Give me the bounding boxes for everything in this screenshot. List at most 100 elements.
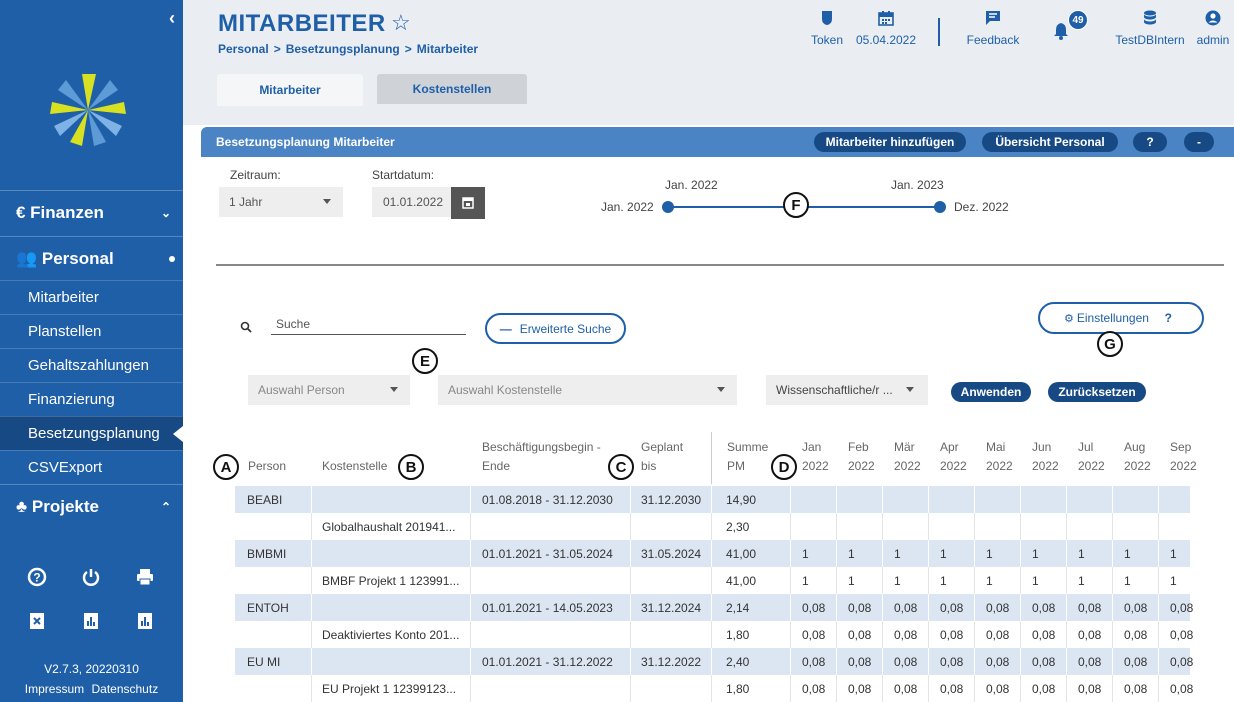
breadcrumb-item[interactable]: Besetzungsplanung [286, 42, 400, 56]
table-row[interactable]: Globalhaushalt 201941... 2,30 [235, 513, 1190, 540]
favorite-star-icon[interactable]: ☆ [391, 10, 411, 36]
cell-month-value[interactable]: 1 [986, 567, 993, 594]
kostenstelle-filter-select[interactable]: Auswahl Kostenstelle [438, 375, 737, 405]
cell-month-value[interactable]: 0,08 [986, 594, 1009, 621]
column-header-month[interactable]: Mär 2022 [894, 438, 921, 476]
cell-month-value[interactable]: 1 [1124, 567, 1131, 594]
cell-month-value[interactable]: 1 [802, 567, 809, 594]
delete-file-icon[interactable] [26, 610, 48, 632]
cell-month-value[interactable]: 1 [802, 540, 809, 567]
reset-button[interactable]: Zurücksetzen [1048, 382, 1146, 402]
advanced-search-button[interactable]: — Erweiterte Suche [485, 313, 626, 344]
cell-month-value[interactable]: 1 [894, 567, 901, 594]
sidebar-item-planstellen[interactable]: Planstellen [0, 314, 183, 348]
cell-month-value[interactable]: 0,08 [848, 621, 871, 648]
table-row[interactable]: Deaktiviertes Konto 201... 1,80 0,08 0,08 0,… [235, 621, 1193, 648]
startdatum-input[interactable]: 01.01.2022 [372, 187, 451, 217]
overview-personnel-button[interactable]: Übersicht Personal [982, 132, 1118, 152]
cell-month-value[interactable]: 1 [940, 567, 947, 594]
column-header-month[interactable]: Jul 2022 [1078, 438, 1105, 476]
report-chart-icon[interactable] [80, 610, 102, 632]
cell-month-value[interactable]: 1 [1078, 567, 1085, 594]
cell-month-value[interactable]: 0,08 [894, 648, 917, 675]
slider-end-handle[interactable] [934, 201, 946, 213]
column-header-month[interactable]: Jan 2022 [802, 438, 829, 476]
column-header-geplant[interactable]: Geplant bis [641, 438, 683, 476]
column-header-month[interactable]: Aug 2022 [1124, 438, 1151, 476]
cell-month-value[interactable]: 0,08 [1124, 621, 1147, 648]
add-employee-button[interactable]: Mitarbeiter hinzufügen [814, 132, 966, 152]
column-header-month[interactable]: Mai 2022 [986, 438, 1013, 476]
settings-button[interactable]: ⚙ Einstellungen ? [1038, 302, 1204, 334]
table-row[interactable]: BMBF Projekt 1 123991... 41,00 1 1 1 1 1 1 1 1 1 [235, 567, 1190, 594]
cell-month-value[interactable]: 0,08 [802, 675, 825, 702]
cell-month-value[interactable]: 1 [894, 540, 901, 567]
type-filter-select[interactable]: Wissenschaftliche/r ... [766, 375, 928, 405]
cell-month-value[interactable]: 0,08 [1032, 675, 1055, 702]
token-button[interactable]: Token [807, 10, 847, 47]
cell-month-value[interactable]: 0,08 [986, 621, 1009, 648]
datenschutz-link[interactable]: Datenschutz [91, 682, 158, 696]
column-header-month[interactable]: Sep 2022 [1170, 438, 1197, 476]
print-icon[interactable] [134, 566, 156, 588]
nav-section-personal[interactable]: 👥 Personal [0, 236, 183, 280]
cell-month-value[interactable]: 0,08 [1078, 621, 1101, 648]
cell-month-value[interactable]: 0,08 [1124, 675, 1147, 702]
cell-month-value[interactable]: 0,08 [802, 621, 825, 648]
calendar-picker-button[interactable] [451, 187, 485, 219]
cell-month-value[interactable]: 1 [1078, 540, 1085, 567]
person-filter-select[interactable]: Auswahl Person [248, 375, 410, 405]
cell-month-value[interactable]: 0,08 [802, 648, 825, 675]
date-display[interactable]: 05.04.2022 [851, 10, 921, 47]
cell-month-value[interactable]: 0,08 [894, 594, 917, 621]
breadcrumb-item[interactable]: Personal [218, 42, 269, 56]
cell-month-value[interactable]: 1 [848, 567, 855, 594]
cell-month-value[interactable]: 1 [986, 540, 993, 567]
cell-month-value[interactable]: 0,08 [1170, 648, 1193, 675]
cell-month-value[interactable]: 0,08 [894, 675, 917, 702]
cell-month-value[interactable]: 0,08 [1078, 648, 1101, 675]
sidebar-item-finanzierung[interactable]: Finanzierung [0, 382, 183, 416]
cell-month-value[interactable]: 1 [848, 540, 855, 567]
cell-month-value[interactable]: 1 [940, 540, 947, 567]
user-button[interactable]: admin [1195, 10, 1231, 47]
power-icon[interactable] [80, 566, 102, 588]
table-row[interactable]: BEABI 01.08.2018 - 31.12.2030 31.12.2030 14… [235, 486, 1190, 513]
cell-month-value[interactable]: 0,08 [1124, 594, 1147, 621]
cell-month-value[interactable]: 1 [1170, 567, 1177, 594]
cell-month-value[interactable]: 1 [1032, 540, 1039, 567]
cell-month-value[interactable]: 0,08 [940, 621, 963, 648]
cell-month-value[interactable]: 0,08 [1170, 594, 1193, 621]
cell-month-value[interactable]: 0,08 [1170, 675, 1193, 702]
table-row[interactable]: ENTOH 01.01.2021 - 14.05.2023 31.12.2024 2,… [235, 594, 1193, 621]
cell-month-value[interactable]: 0,08 [1078, 594, 1101, 621]
sidebar-item-gehaltszahlungen[interactable]: Gehaltszahlungen [0, 348, 183, 382]
cell-month-value[interactable]: 0,08 [1078, 675, 1101, 702]
sidebar-item-csvexport[interactable]: CSVExport [0, 450, 183, 484]
apply-button[interactable]: Anwenden [951, 382, 1031, 402]
impressum-link[interactable]: Impressum [25, 682, 84, 696]
column-header-summe[interactable]: Summe PM [727, 438, 768, 476]
table-row[interactable]: EU MI 01.01.2021 - 31.12.2022 31.12.2022 2,… [235, 648, 1193, 675]
column-header-month[interactable]: Apr 2022 [940, 438, 967, 476]
collapse-sidebar-icon[interactable]: ‹ [169, 8, 175, 29]
cell-month-value[interactable]: 0,08 [802, 594, 825, 621]
column-header-month[interactable]: Jun 2022 [1032, 438, 1059, 476]
cell-month-value[interactable]: 0,08 [940, 675, 963, 702]
cell-month-value[interactable]: 0,08 [940, 648, 963, 675]
cell-month-value[interactable]: 0,08 [848, 594, 871, 621]
database-button[interactable]: TestDBIntern [1115, 10, 1185, 47]
settings-help-icon[interactable]: ? [1165, 311, 1172, 325]
cell-month-value[interactable]: 0,08 [940, 594, 963, 621]
cell-month-value[interactable]: 0,08 [848, 648, 871, 675]
tab-kostenstellen[interactable]: Kostenstellen [377, 74, 527, 104]
cell-month-value[interactable]: 0,08 [1032, 648, 1055, 675]
column-header-month[interactable]: Feb 2022 [848, 438, 875, 476]
help-button[interactable]: ? [1133, 132, 1167, 152]
column-header-beginn[interactable]: Beschäftigungsbegin - Ende [482, 438, 601, 476]
column-header-person[interactable]: Person [248, 457, 286, 476]
cell-month-value[interactable]: 0,08 [848, 675, 871, 702]
cell-month-value[interactable]: 0,08 [986, 648, 1009, 675]
cell-month-value[interactable]: 1 [1032, 567, 1039, 594]
cell-month-value[interactable]: 0,08 [1124, 648, 1147, 675]
